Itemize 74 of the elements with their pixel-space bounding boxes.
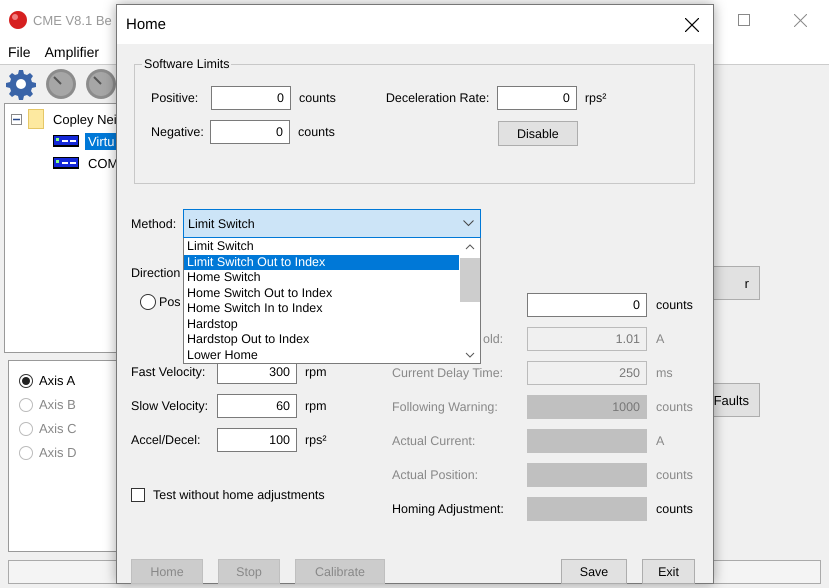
unit-label: ms [656, 366, 673, 380]
number-field[interactable]: 100 [217, 428, 297, 452]
number-field[interactable]: 0 [211, 86, 291, 110]
radio-button[interactable] [140, 294, 156, 310]
field-label: Homing Adjustment: [392, 502, 505, 516]
dropdown-option[interactable]: Home Switch [184, 270, 459, 286]
menu-item[interactable]: File [8, 44, 31, 60]
chevron-icon [463, 220, 474, 227]
dropdown-option[interactable]: Home Switch In to Index [184, 301, 459, 316]
radio-label: Axis A [39, 373, 76, 388]
unit-label: A [656, 332, 664, 346]
dropdown-option[interactable]: Hardstop [184, 316, 459, 332]
disable-button[interactable]: Disable [498, 121, 578, 146]
field-label: Slow Velocity: [131, 398, 210, 412]
unit-label: counts [656, 468, 693, 482]
unit-label: counts [656, 298, 693, 312]
field-label: old: [482, 332, 504, 346]
field-label: Accel/Decel: [131, 432, 202, 446]
menu-item[interactable]: Amplifier [44, 44, 100, 60]
method-dropdown[interactable]: Limit Switch [183, 209, 481, 238]
gear-icon[interactable] [5, 68, 37, 100]
app-logo-icon [8, 10, 28, 30]
number-field[interactable]: 0 [496, 86, 577, 110]
dropdown-option[interactable]: Hardstop Out to Index [184, 332, 459, 348]
radio-button[interactable] [19, 374, 33, 388]
radio-label: Axis B [39, 397, 76, 412]
unit-label: rpm [305, 398, 327, 412]
dialog-button[interactable]: Save [561, 559, 627, 584]
dropdown-option[interactable]: Limit Switch [184, 239, 459, 254]
field-label: Deceleration Rate: [386, 91, 490, 105]
group-title: Software Limits [143, 57, 230, 71]
checkbox[interactable] [131, 488, 145, 502]
field-label: Current Delay Time: [392, 366, 504, 380]
folder-icon [28, 109, 44, 129]
field-label: Actual Current: [392, 434, 476, 448]
device-icon [53, 135, 79, 147]
field-label: Following Warning: [392, 400, 499, 414]
number-field: 1000 [527, 394, 647, 418]
radio-label: Axis D [39, 445, 77, 460]
field-label: Fast Velocity: [131, 364, 206, 378]
gauge-icon[interactable] [45, 68, 77, 100]
field-label: Positive: [151, 91, 200, 105]
radio-label: Pos [159, 295, 181, 309]
unit-label: counts [299, 91, 336, 105]
checkbox-label: Test without home adjustments [153, 488, 325, 502]
collapse-icon[interactable] [11, 114, 22, 124]
number-field[interactable]: 0 [527, 292, 647, 316]
window-title: CME V8.1 Be [33, 12, 112, 28]
dialog-button[interactable]: Exit [642, 559, 695, 584]
unit-label: counts [298, 125, 335, 139]
device-icon [53, 157, 79, 169]
field-label: Negative: [151, 125, 205, 139]
dropdown-option[interactable]: Home Switch Out to Index [184, 286, 459, 301]
number-field[interactable]: 60 [217, 394, 297, 418]
unit-label: rps² [305, 432, 327, 446]
unit-label: rps² [584, 91, 606, 105]
scroll-down-icon[interactable] [464, 352, 474, 359]
unit-label: A [656, 434, 664, 448]
radio-label: Axis C [39, 421, 77, 436]
maximize-icon[interactable] [738, 14, 750, 26]
tree-item[interactable]: Virtu [85, 132, 118, 150]
gauge-icon[interactable] [85, 68, 117, 100]
unit-label: rpm [305, 364, 327, 378]
close-icon[interactable] [685, 18, 699, 32]
scroll-up-icon[interactable] [464, 243, 474, 250]
number-field[interactable]: 0 [210, 120, 290, 144]
tree-item[interactable]: Copley Nei [50, 110, 120, 128]
unit-label: counts [656, 502, 693, 516]
field-label: Actual Position: [392, 468, 480, 482]
section-label: Direction [131, 266, 180, 280]
unit-label: counts [656, 400, 693, 414]
field-label: Method: [131, 216, 177, 230]
dropdown-option[interactable]: Limit Switch Out to Index [184, 254, 459, 270]
dialog-title: Home [126, 16, 166, 33]
